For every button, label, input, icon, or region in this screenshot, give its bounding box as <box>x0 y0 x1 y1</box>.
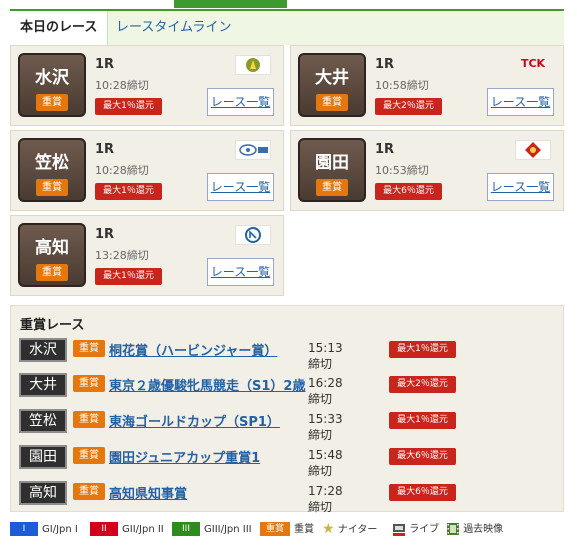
section-title: 重賞レース <box>20 318 85 333</box>
close-time: 10:28締切 <box>95 164 149 177</box>
grade-badge: 重賞 <box>36 179 68 196</box>
close-time: 15:13締切 <box>308 341 343 371</box>
race-list-button[interactable]: レース一覧 <box>487 173 554 201</box>
return-badge: 最大1％還元 <box>389 412 456 429</box>
live-tv-icon <box>393 524 405 536</box>
course-logo <box>235 225 271 245</box>
return-badge: 最大1％還元 <box>95 98 162 115</box>
g3-swatch: III <box>172 522 200 536</box>
grade-badge: 重賞 <box>316 179 348 196</box>
course-label: 笠松 <box>19 409 67 433</box>
grade-badge: 重賞 <box>316 94 348 111</box>
replay-label: 過去映像 <box>463 524 504 535</box>
return-badge: 最大2％還元 <box>389 376 456 393</box>
close-time: 13:28締切 <box>95 249 149 262</box>
race-card: 水沢 重賞 1R 10:28締切 最大1％還元 レース一覧 <box>10 45 284 126</box>
legend: I GI/Jpn I II GII/Jpn II III GIII/Jpn III 重… <box>10 518 564 540</box>
logo-text: TCK <box>520 57 546 70</box>
grade-badge: 重賞 <box>73 447 105 464</box>
return-badge: 最大6％還元 <box>389 484 456 501</box>
course-logo <box>235 140 271 160</box>
course-name: 水沢 <box>35 68 69 88</box>
close-time: 15:33締切 <box>308 412 343 442</box>
nighter-label: ナイター <box>337 524 378 536</box>
return-badge: 最大1％還元 <box>95 183 162 200</box>
race-list-button[interactable]: レース一覧 <box>207 173 274 201</box>
course-logo <box>515 140 551 160</box>
race-number: 1R <box>95 142 115 157</box>
course-button[interactable]: 園田 重賞 <box>298 138 366 202</box>
race-name-link[interactable]: 高知県知事賞 <box>109 483 187 502</box>
close-time: 10:53締切 <box>375 164 429 177</box>
race-name-link[interactable]: 東京２歳優駿牝馬競走（S1）2歳 <box>109 375 305 394</box>
grade-races-section: 重賞レース 水沢 重賞 桐花賞（ハービンジャー賞） 15:13締切 最大1％還元… <box>10 305 564 514</box>
course-name: 笠松 <box>35 153 69 173</box>
g2-label: GII/Jpn II <box>122 524 164 535</box>
grade-badge: 重賞 <box>73 411 105 428</box>
legend-g1: I GI/Jpn I <box>10 522 78 537</box>
race-name-link[interactable]: 桐花賞（ハービンジャー賞） <box>109 340 277 359</box>
return-badge: 最大6％還元 <box>389 448 456 465</box>
close-time: 15:48締切 <box>308 448 343 478</box>
legend-g3: III GIII/Jpn III <box>172 522 252 537</box>
race-number: 1R <box>95 227 115 242</box>
course-label: 園田 <box>19 445 67 469</box>
legend-nighter: ★ ナイター <box>322 522 377 537</box>
star-icon: ★ <box>322 521 335 537</box>
grade-badge: 重賞 <box>73 483 105 500</box>
race-list-button[interactable]: レース一覧 <box>207 88 274 116</box>
race-number: 1R <box>95 57 115 72</box>
return-badge: 最大6％還元 <box>375 183 442 200</box>
legend-grade: 重賞 重賞 <box>260 522 314 537</box>
course-logo <box>235 55 271 75</box>
legend-g2: II GII/Jpn II <box>90 522 164 537</box>
race-number: 1R <box>375 57 395 72</box>
course-button[interactable]: 笠松 重賞 <box>18 138 86 202</box>
g2-swatch: II <box>90 522 118 536</box>
course-label: 大井 <box>19 373 67 397</box>
legend-replay: 過去映像 <box>446 522 503 537</box>
course-button[interactable]: 水沢 重賞 <box>18 53 86 117</box>
live-label: ライブ <box>409 524 440 535</box>
tab-bar: 本日のレース レースタイムライン <box>10 9 564 45</box>
grade-swatch: 重賞 <box>260 522 290 536</box>
course-name: 大井 <box>315 68 349 88</box>
race-card: 園田 重賞 1R 10:53締切 最大6％還元 レース一覧 <box>290 130 564 211</box>
race-name-link[interactable]: 東海ゴールドカップ（SP1） <box>109 411 280 430</box>
grade-badge: 重賞 <box>73 375 105 392</box>
race-card: 高知 重賞 1R 13:28締切 最大1％還元 レース一覧 <box>10 215 284 296</box>
grade-label: 重賞 <box>294 524 314 535</box>
race-number: 1R <box>375 142 395 157</box>
legend-live: ライブ <box>392 522 439 537</box>
course-label: 高知 <box>19 481 67 505</box>
course-name: 園田 <box>315 153 349 173</box>
race-card: 笠松 重賞 1R 10:28締切 最大1％還元 レース一覧 <box>10 130 284 211</box>
close-time: 17:28締切 <box>308 484 343 514</box>
close-time: 10:58締切 <box>375 79 429 92</box>
g1-label: GI/Jpn I <box>42 524 78 535</box>
tab-race-timeline[interactable]: レースタイムライン <box>106 11 241 45</box>
grade-badge: 重賞 <box>73 340 105 357</box>
return-badge: 最大1％還元 <box>95 268 162 285</box>
g1-swatch: I <box>10 522 38 536</box>
course-label: 水沢 <box>19 338 67 362</box>
g3-label: GIII/Jpn III <box>204 524 252 535</box>
race-card: 大井 重賞 1R 10:58締切 最大2％還元 TCK レース一覧 <box>290 45 564 126</box>
course-logo: TCK <box>515 55 551 75</box>
close-time: 16:28締切 <box>308 376 343 406</box>
course-name: 高知 <box>35 238 69 258</box>
return-badge: 最大1％還元 <box>389 341 456 358</box>
course-button[interactable]: 高知 重賞 <box>18 223 86 287</box>
film-icon <box>447 523 459 535</box>
tab-today-races[interactable]: 本日のレース <box>10 11 109 45</box>
return-badge: 最大2％還元 <box>375 98 442 115</box>
grade-badge: 重賞 <box>36 94 68 111</box>
grade-badge: 重賞 <box>36 264 68 281</box>
race-list-button[interactable]: レース一覧 <box>487 88 554 116</box>
close-time: 10:28締切 <box>95 79 149 92</box>
race-list-button[interactable]: レース一覧 <box>207 258 274 286</box>
race-name-link[interactable]: 園田ジュニアカップ重賞1 <box>109 447 260 466</box>
course-button[interactable]: 大井 重賞 <box>298 53 366 117</box>
top-accent-tab <box>174 0 287 8</box>
